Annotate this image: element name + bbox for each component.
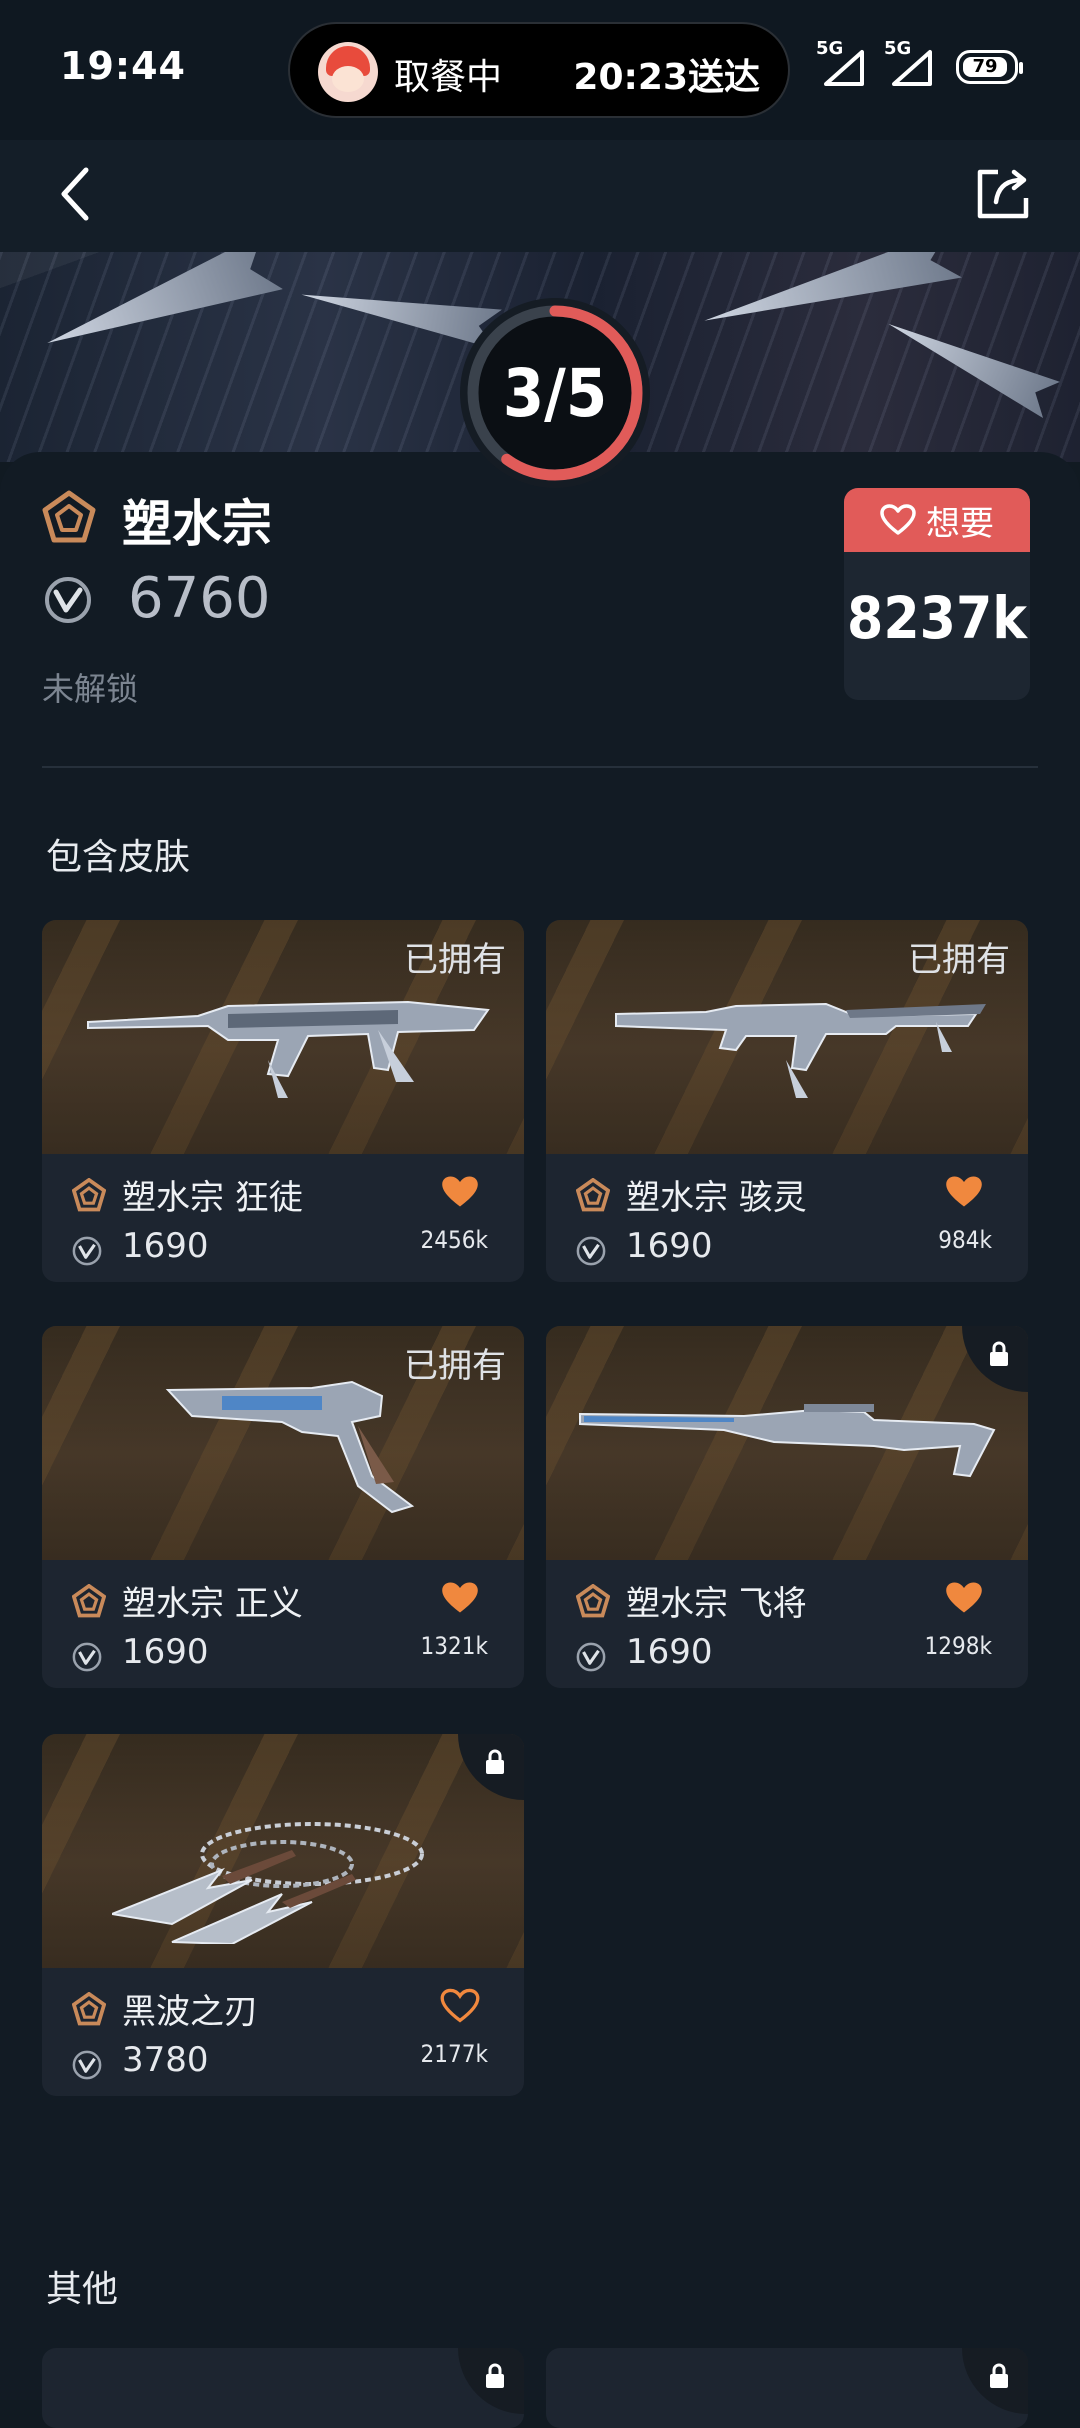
bundle-name: 塑水宗 <box>122 495 272 553</box>
lock-badge <box>962 1326 1028 1392</box>
heart-filled-icon[interactable] <box>440 1580 480 1616</box>
rank-bronze-icon <box>576 1584 610 1618</box>
unlock-status: 未解锁 <box>42 670 139 708</box>
skin-likes: 1298k <box>924 1632 992 1660</box>
skin-name: 塑水宗 飞将 <box>626 1584 807 1624</box>
want-label: 想要 <box>926 503 994 544</box>
delivery-status: 取餐中 <box>394 57 503 98</box>
skin-image <box>42 1734 524 1968</box>
delivery-pill[interactable]: 取餐中 20:23送达 <box>288 22 790 118</box>
other-card[interactable] <box>546 2348 1028 2428</box>
skin-price: 1690 <box>122 1632 209 1672</box>
skin-image: 已拥有 <box>42 920 524 1154</box>
want-button[interactable]: 想要 8237k <box>844 488 1030 700</box>
skin-name: 塑水宗 正义 <box>122 1584 303 1624</box>
status-time: 19:44 <box>60 44 186 88</box>
delivery-eta: 20:23送达 <box>573 57 760 98</box>
want-count: 8237k <box>847 584 1027 652</box>
skin-likes: 2456k <box>420 1226 488 1254</box>
owned-badge: 已拥有 <box>404 940 506 980</box>
valorant-points-icon <box>45 577 91 623</box>
bundle-price: 6760 <box>128 566 271 631</box>
skin-likes: 1321k <box>420 1632 488 1660</box>
owned-badge: 已拥有 <box>404 1346 506 1386</box>
heart-filled-icon[interactable] <box>440 1174 480 1210</box>
skin-image <box>546 1326 1028 1560</box>
back-button[interactable] <box>36 154 116 234</box>
lock-badge <box>458 2348 524 2414</box>
collection-progress: 3/5 <box>458 296 652 490</box>
skin-likes: 984k <box>938 1226 992 1254</box>
back-icon <box>61 167 89 221</box>
signal-icon-2: 5G <box>884 38 940 92</box>
section-title-other: 其他 <box>46 2269 119 2310</box>
divider <box>42 766 1038 768</box>
rank-bronze-icon <box>72 1584 106 1618</box>
skin-image: 已拥有 <box>42 1326 524 1560</box>
status-bar: 19:44 取餐中 20:23送达 5G 5G 79 <box>0 0 1080 140</box>
section-title-skins: 包含皮肤 <box>46 837 191 878</box>
skin-name: 塑水宗 骇灵 <box>626 1178 807 1218</box>
lock-icon <box>990 1341 1008 1366</box>
owned-badge: 已拥有 <box>908 940 1010 980</box>
skin-price: 1690 <box>122 1226 209 1266</box>
battery-level: 79 <box>963 57 1007 77</box>
skin-price: 1690 <box>626 1632 713 1672</box>
valorant-points-icon <box>72 2050 102 2080</box>
lock-icon <box>990 2363 1008 2388</box>
skin-name: 塑水宗 狂徒 <box>122 1178 303 1218</box>
valorant-points-icon <box>72 1642 102 1672</box>
skin-card[interactable]: 塑水宗 飞将 1690 1298k <box>546 1326 1028 1688</box>
signal-icon-1: 5G <box>816 38 872 92</box>
valorant-points-icon <box>576 1236 606 1266</box>
skin-name: 黑波之刃 <box>122 1992 258 2032</box>
heart-outline-icon <box>880 504 916 535</box>
skin-card[interactable]: 已拥有 塑水宗 骇灵 1690 984k <box>546 920 1028 1282</box>
valorant-points-icon <box>576 1642 606 1672</box>
skin-price: 1690 <box>626 1226 713 1266</box>
lock-badge <box>962 2348 1028 2414</box>
rank-bronze-icon <box>42 490 96 543</box>
skin-card[interactable]: 已拥有 塑水宗 狂徒 1690 2456k <box>42 920 524 1282</box>
battery-icon: 79 <box>956 50 1023 84</box>
share-button[interactable] <box>964 154 1044 234</box>
skin-card[interactable]: 已拥有 塑水宗 正义 1690 1321k <box>42 1326 524 1688</box>
progress-label: 3/5 <box>502 354 608 432</box>
nav-bar <box>0 140 1080 252</box>
lock-icon <box>486 2363 504 2388</box>
share-icon <box>977 169 1029 219</box>
rank-bronze-icon <box>72 1178 106 1212</box>
heart-filled-icon[interactable] <box>944 1174 984 1210</box>
want-header: 想要 <box>844 488 1030 552</box>
skin-price: 3780 <box>122 2040 209 2080</box>
skin-likes: 2177k <box>420 2040 488 2068</box>
other-card[interactable] <box>42 2348 524 2428</box>
heart-outline-icon[interactable] <box>440 1988 480 2024</box>
skin-card[interactable]: 黑波之刃 3780 2177k <box>42 1734 524 2096</box>
skin-image: 已拥有 <box>546 920 1028 1154</box>
courier-avatar-icon <box>318 42 378 102</box>
heart-filled-icon[interactable] <box>944 1580 984 1616</box>
lock-icon <box>486 1749 504 1774</box>
rank-bronze-icon <box>72 1992 106 2026</box>
valorant-points-icon <box>72 1236 102 1266</box>
rank-bronze-icon <box>576 1178 610 1212</box>
